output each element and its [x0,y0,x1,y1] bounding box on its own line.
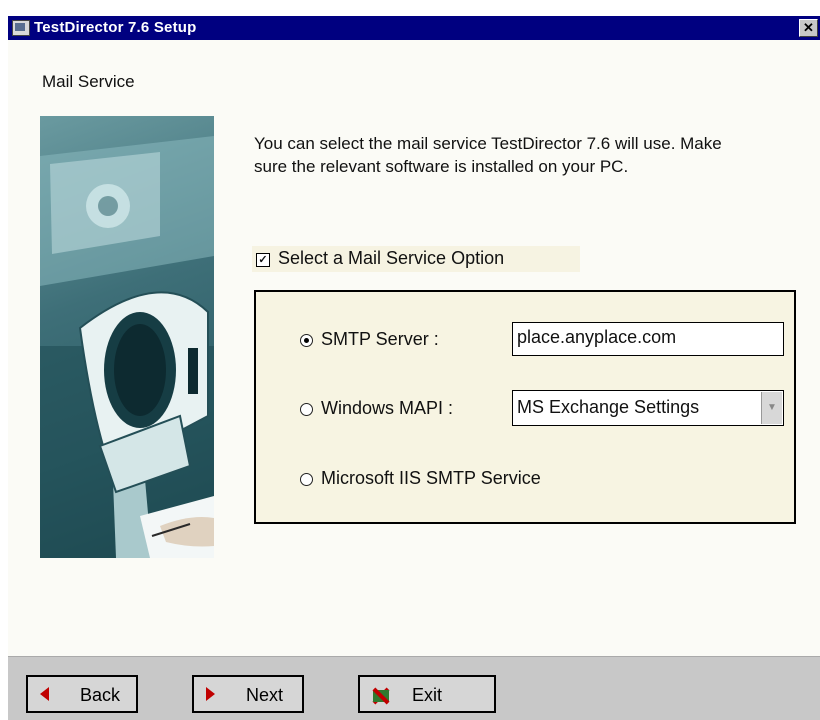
exit-button-label: Exit [412,685,443,705]
mail-service-option-label: Select a Mail Service Option [278,248,505,268]
close-button[interactable]: ✕ [799,19,818,37]
mail-service-checkbox[interactable]: ✓ [256,253,270,267]
smtp-label: SMTP Server : [321,329,439,349]
iis-option[interactable]: Microsoft IIS SMTP Service [300,468,541,489]
exit-x-icon [372,687,390,705]
window-title: TestDirector 7.6 Setup [34,19,197,36]
triangle-left-icon [40,687,49,701]
mapi-select-value: MS Exchange Settings [517,397,700,417]
triangle-right-icon [206,687,215,701]
next-button-label: Next [246,685,284,705]
smtp-radio[interactable] [300,333,313,347]
next-button[interactable]: Next [192,675,304,713]
mapi-option[interactable]: Windows MAPI : [300,398,453,419]
iis-radio[interactable] [300,472,313,486]
setup-window: TestDirector 7.6 Setup ✕ Mail Service Yo… [8,16,820,720]
smtp-server-input[interactable]: place.anyplace.com [512,322,784,356]
mailbox-illustration [40,116,214,558]
chevron-down-icon[interactable]: ▼ [761,392,782,424]
setup-app-icon [12,20,30,36]
smtp-option[interactable]: SMTP Server : [300,329,439,350]
mail-service-option-toggle[interactable]: ✓ Select a Mail Service Option [252,246,580,272]
back-button-label: Back [80,685,121,705]
back-button[interactable]: Back [26,675,138,713]
title-bar: TestDirector 7.6 Setup ✕ [8,16,820,40]
intro-text: You can select the mail service TestDire… [254,134,722,176]
mapi-label: Windows MAPI : [321,398,454,418]
mapi-profile-select[interactable]: MS Exchange Settings ▼ [512,390,784,426]
page-title: Mail Service [42,72,135,91]
mail-service-group: SMTP Server : place.anyplace.com Windows… [254,290,796,524]
exit-button[interactable]: Exit [358,675,496,713]
iis-label: Microsoft IIS SMTP Service [321,468,541,488]
mapi-radio[interactable] [300,402,313,416]
button-bar: Back Next Exit [8,656,820,720]
